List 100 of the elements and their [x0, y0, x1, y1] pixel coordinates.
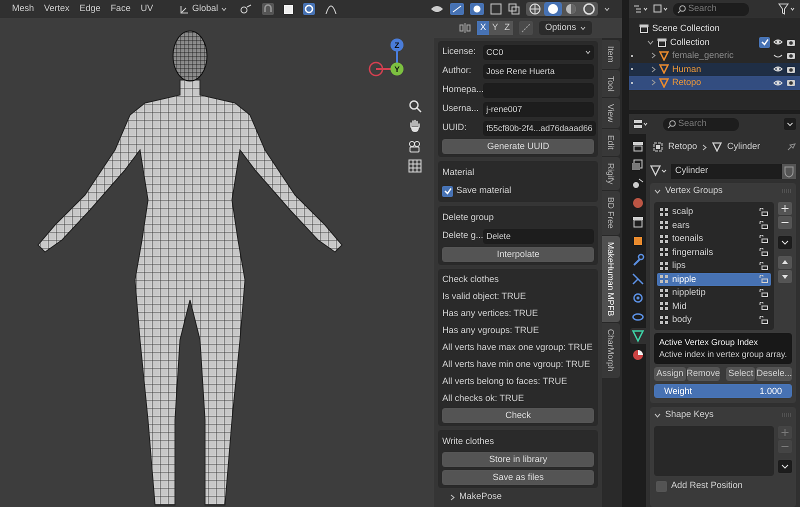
- sidebar-tab[interactable]: Edit: [602, 129, 620, 156]
- sidebar-tab[interactable]: View: [602, 98, 620, 128]
- dropdown-icon[interactable]: [778, 460, 792, 473]
- pivot-icon[interactable]: [240, 4, 252, 14]
- tree-item-label[interactable]: Collection: [670, 36, 756, 49]
- text-field[interactable]: f55cf80b-2f4...ad76daaad66: [483, 120, 596, 136]
- camera-icon[interactable]: [786, 78, 796, 88]
- action-button[interactable]: Generate UUID: [442, 139, 594, 154]
- panel-header[interactable]: Shape Keys: [665, 408, 778, 422]
- tree-item-label[interactable]: female_generic: [672, 49, 770, 62]
- mesh-name-field[interactable]: Cylinder: [671, 164, 782, 178]
- action-button[interactable]: Remove: [686, 367, 720, 381]
- mesh-select-icon[interactable]: [490, 3, 502, 15]
- grid-icon[interactable]: [407, 158, 423, 174]
- zoom-icon[interactable]: [407, 98, 423, 114]
- camera-icon[interactable]: [786, 64, 796, 74]
- list-item[interactable]: scalp: [657, 205, 771, 218]
- drag-handle-icon[interactable]: [782, 413, 792, 417]
- visibility-icon[interactable]: [430, 3, 444, 15]
- xray-icon[interactable]: [508, 3, 520, 15]
- eye-icon[interactable]: [773, 78, 783, 87]
- text-field[interactable]: Jose Rene Huerta: [483, 64, 594, 78]
- add-icon[interactable]: [778, 202, 792, 215]
- shading-mode-button[interactable]: [544, 2, 562, 16]
- action-button[interactable]: Save as files: [442, 470, 594, 485]
- list-item[interactable]: fingernails: [657, 246, 771, 259]
- axis-toggle[interactable]: X: [477, 21, 490, 35]
- chevron-down-icon[interactable]: [654, 412, 662, 418]
- menu-item[interactable]: Vertex: [44, 2, 70, 16]
- panel-header[interactable]: MakePose: [459, 490, 502, 504]
- list-item[interactable]: nipple: [657, 272, 771, 286]
- fake-user-shield-icon[interactable]: [782, 164, 796, 178]
- pin-icon[interactable]: [786, 142, 796, 152]
- list-item[interactable]: Mid: [657, 300, 771, 313]
- list-item[interactable]: nippletip: [657, 286, 771, 300]
- lock-icon: [759, 275, 768, 284]
- sidebar-tab[interactable]: Tool: [602, 70, 620, 98]
- action-button[interactable]: Select: [726, 367, 756, 381]
- action-button[interactable]: Desele...: [756, 367, 792, 381]
- properties-tab[interactable]: [630, 328, 646, 344]
- orientation-dropdown[interactable]: Global: [177, 2, 230, 16]
- overlay-icon[interactable]: [470, 3, 484, 15]
- search-field[interactable]: Search: [663, 118, 740, 130]
- remove-icon[interactable]: [778, 216, 792, 229]
- license-dropdown[interactable]: CC0: [483, 44, 594, 60]
- checkbox[interactable]: [759, 36, 770, 48]
- snap-target-icon[interactable]: [284, 4, 294, 14]
- closed-eye-icon[interactable]: [773, 52, 783, 60]
- dropdown-icon[interactable]: [778, 236, 792, 249]
- navigation-gizmo[interactable]: Z Y: [368, 36, 408, 78]
- weight-slider[interactable]: Weight 1.000: [654, 384, 792, 398]
- move-up-icon[interactable]: [778, 256, 792, 269]
- text-field[interactable]: j-rene007: [483, 102, 594, 116]
- axis-toggle[interactable]: Y: [489, 21, 502, 35]
- action-button[interactable]: Assign: [654, 367, 686, 381]
- gizmo-toggle-icon[interactable]: [450, 3, 464, 15]
- camera-icon[interactable]: [786, 38, 796, 47]
- sidebar-tab[interactable]: CharMorph: [602, 323, 620, 378]
- camera-icon[interactable]: [786, 51, 796, 60]
- camera-icon[interactable]: [407, 138, 423, 154]
- sidebar-tab[interactable]: MakeHuman MPFB: [602, 236, 620, 322]
- dropdown-icon[interactable]: [784, 118, 796, 130]
- editor-type-icon[interactable]: [633, 119, 650, 129]
- mesh-data-dropdown-icon[interactable]: [650, 165, 668, 177]
- action-button[interactable]: Interpolate: [442, 247, 594, 262]
- filter-icon[interactable]: [778, 3, 796, 15]
- menu-item[interactable]: UV: [140, 2, 154, 16]
- eye-icon[interactable]: [773, 65, 783, 74]
- proportional-edit-icon[interactable]: [303, 3, 316, 15]
- chevron-down-icon[interactable]: [654, 188, 662, 194]
- panel-header[interactable]: Vertex Groups: [665, 184, 778, 198]
- list-item[interactable]: ears: [657, 218, 771, 232]
- mirror-icon[interactable]: [459, 22, 472, 34]
- text-field[interactable]: Delete: [483, 228, 594, 244]
- checkbox[interactable]: [442, 186, 454, 196]
- list-item[interactable]: lips: [657, 259, 771, 272]
- magnet-icon[interactable]: [262, 3, 274, 15]
- search-field[interactable]: Search: [673, 2, 750, 16]
- eye-icon[interactable]: [773, 38, 783, 46]
- sidebar-tab[interactable]: BD Free: [602, 191, 620, 235]
- outliner-display-icon[interactable]: [633, 4, 650, 14]
- action-button[interactable]: Store in library: [442, 452, 594, 467]
- checkbox[interactable]: [656, 480, 668, 492]
- drag-handle-icon[interactable]: [782, 189, 792, 193]
- sidebar-tab[interactable]: Item: [602, 40, 620, 69]
- sidebar-tab[interactable]: Rigify: [602, 157, 620, 190]
- list-item[interactable]: toenails: [657, 232, 771, 246]
- falloff-curve-icon[interactable]: [325, 4, 338, 14]
- tree-item-label[interactable]: Scene Collection: [652, 22, 796, 36]
- action-button[interactable]: Check: [442, 408, 594, 423]
- menu-item[interactable]: Mesh: [12, 2, 34, 16]
- options-dropdown[interactable]: Options: [539, 21, 592, 35]
- filter-view-icon[interactable]: [653, 4, 670, 14]
- menu-item[interactable]: Edge: [80, 2, 101, 16]
- list-item[interactable]: body: [657, 313, 771, 326]
- axis-toggle[interactable]: Z: [501, 21, 514, 35]
- chevron-down-icon[interactable]: [647, 40, 654, 45]
- move-down-icon[interactable]: [778, 270, 792, 283]
- mesh-triangle-icon: [659, 64, 670, 74]
- menu-item[interactable]: Face: [110, 2, 131, 16]
